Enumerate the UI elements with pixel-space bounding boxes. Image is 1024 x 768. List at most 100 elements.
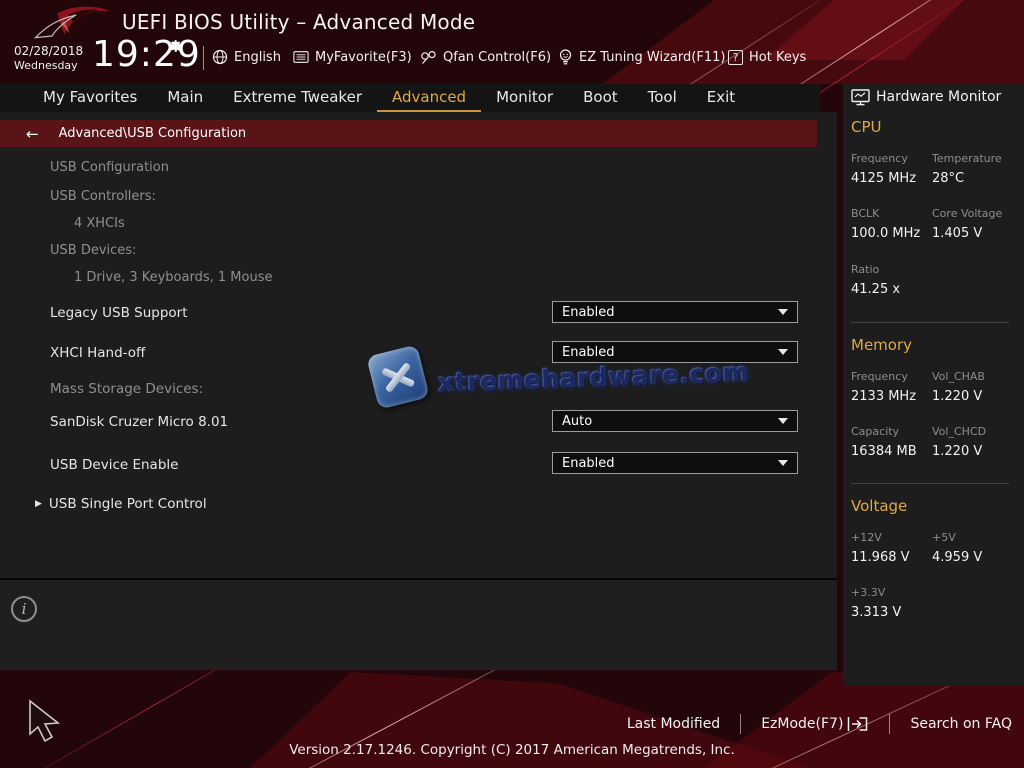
list-icon <box>293 51 309 63</box>
cpu-temperature-label: Temperature <box>932 152 1002 165</box>
breadcrumb-label: Advanced\USB Configuration <box>58 126 247 141</box>
question-icon: ? <box>728 49 743 65</box>
voltage-3v3-label: +3.3V <box>851 586 886 599</box>
chevron-down-icon <box>778 460 788 466</box>
back-arrow-icon[interactable]: ← <box>26 125 39 143</box>
mass-storage-devices-label: Mass Storage Devices: <box>50 381 204 397</box>
menu-myfavorite-label: MyFavorite(F3) <box>315 49 412 65</box>
voltage-3v3-value: 3.313 V <box>851 605 902 620</box>
menu-language[interactable]: English <box>212 44 281 70</box>
memory-frequency-label: Frequency <box>851 370 908 383</box>
menu-language-label: English <box>234 49 281 65</box>
help-panel: i <box>0 578 837 670</box>
mouse-cursor <box>29 699 61 743</box>
voltage-5v-value: 4.959 V <box>932 550 983 565</box>
cpu-core-voltage-value: 1.405 V <box>932 226 983 241</box>
usb-controllers-label: USB Controllers: <box>50 189 156 204</box>
xhci-handoff-label: XHCI Hand-off <box>50 345 146 361</box>
top-header: UEFI BIOS Utility – Advanced Mode 02/28/… <box>0 0 1024 84</box>
info-glyph: i <box>21 600 27 618</box>
cpu-temperature-value: 28°C <box>932 171 965 186</box>
usb-device-enable-dropdown[interactable]: Enabled <box>552 452 798 474</box>
tab-tool[interactable]: Tool <box>633 84 692 112</box>
tab-extreme-tweaker[interactable]: Extreme Tweaker <box>218 84 377 112</box>
memory-vol-chcd-value: 1.220 V <box>932 444 983 459</box>
cpu-bclk-label: BCLK <box>851 207 880 220</box>
divider <box>740 714 742 734</box>
tab-my-favorites[interactable]: My Favorites <box>28 84 152 112</box>
voltage-section-title: Voltage <box>851 497 908 515</box>
clock-settings-gear-icon[interactable] <box>169 39 183 53</box>
hardware-monitor-title: Hardware Monitor <box>876 89 1002 105</box>
cpu-frequency-label: Frequency <box>851 152 908 165</box>
menu-ez-tuning-label: EZ Tuning Wizard(F11) <box>579 49 726 65</box>
cpu-ratio-label: Ratio <box>851 263 880 276</box>
voltage-12v-value: 11.968 V <box>851 550 910 565</box>
watermark-x-badge-icon <box>366 344 430 410</box>
memory-frequency-value: 2133 MHz <box>851 389 917 404</box>
settings-panel: ← Advanced\USB Configuration USB Configu… <box>0 112 837 578</box>
ezmode-button[interactable]: EzMode(F7) <box>761 715 869 733</box>
menu-qfan-label: Qfan Control(F6) <box>443 49 552 65</box>
chevron-down-icon <box>778 309 788 315</box>
divider <box>851 322 1009 323</box>
menu-hot-keys[interactable]: ? Hot Keys <box>728 44 806 70</box>
last-modified-button[interactable]: Last Modified <box>627 716 720 732</box>
usb-single-port-control-item[interactable]: ▶ USB Single Port Control <box>35 496 207 512</box>
menu-myfavorite[interactable]: MyFavorite(F3) <box>293 44 412 70</box>
usb-device-enable-value: Enabled <box>562 455 615 471</box>
monitor-icon <box>851 88 870 105</box>
arrow-right-icon: ▶ <box>35 499 42 509</box>
hardware-monitor-panel: Hardware Monitor CPU Frequency Temperatu… <box>843 84 1024 686</box>
main-nav: My Favorites Main Extreme Tweaker Advanc… <box>0 84 820 112</box>
ezmode-label: EzMode(F7) <box>761 716 844 732</box>
memory-vol-chab-label: Vol_CHAB <box>932 370 985 383</box>
date-value: 02/28/2018 <box>14 44 84 58</box>
sandisk-cruzer-value: Auto <box>562 413 593 429</box>
hardware-monitor-header: Hardware Monitor <box>851 85 1001 109</box>
breadcrumb[interactable]: ← Advanced\USB Configuration <box>0 120 817 147</box>
tab-main[interactable]: Main <box>152 84 218 112</box>
sandisk-cruzer-label: SanDisk Cruzer Micro 8.01 <box>50 414 229 430</box>
usb-configuration-heading: USB Configuration <box>50 160 169 175</box>
legacy-usb-support-value: Enabled <box>562 304 615 320</box>
cpu-section-title: CPU <box>851 118 882 136</box>
tab-monitor[interactable]: Monitor <box>481 84 568 112</box>
cpu-frequency-value: 4125 MHz <box>851 171 917 186</box>
tab-exit[interactable]: Exit <box>692 84 750 112</box>
search-on-faq-button[interactable]: Search on FAQ <box>910 716 1012 732</box>
exit-to-ezmode-icon <box>848 717 868 731</box>
clock-display: 19:29 <box>92 34 201 75</box>
usb-device-enable-label: USB Device Enable <box>50 457 179 473</box>
bios-screen: UEFI BIOS Utility – Advanced Mode 02/28/… <box>0 0 1024 768</box>
weekday-value: Wednesday <box>14 59 78 72</box>
menu-qfan-control[interactable]: Qfan Control(F6) <box>420 44 551 70</box>
cpu-bclk-value: 100.0 MHz <box>851 226 921 241</box>
cpu-core-voltage-label: Core Voltage <box>932 207 1003 220</box>
voltage-12v-label: +12V <box>851 531 882 544</box>
app-title: UEFI BIOS Utility – Advanced Mode <box>122 10 476 34</box>
legacy-usb-support-label: Legacy USB Support <box>50 305 188 321</box>
menu-hot-keys-label: Hot Keys <box>749 49 807 65</box>
memory-vol-chab-value: 1.220 V <box>932 389 983 404</box>
header-separator <box>203 46 204 70</box>
usb-devices-label: USB Devices: <box>50 243 137 258</box>
fan-icon <box>421 50 436 64</box>
info-icon: i <box>11 596 37 622</box>
watermark-text: xtremehardware.com <box>437 357 750 397</box>
version-text: Version 2.17.1246. Copyright (C) 2017 Am… <box>289 742 735 758</box>
voltage-5v-label: +5V <box>932 531 956 544</box>
usb-controllers-value: 4 XHCIs <box>74 216 125 231</box>
menu-ez-tuning-wizard[interactable]: EZ Tuning Wizard(F11) <box>558 44 725 70</box>
chevron-down-icon <box>778 349 788 355</box>
memory-capacity-label: Capacity <box>851 425 900 438</box>
watermark: xtremehardware.com <box>366 344 750 410</box>
tab-advanced[interactable]: Advanced <box>376 84 482 112</box>
legacy-usb-support-dropdown[interactable]: Enabled <box>552 301 798 323</box>
memory-section-title: Memory <box>851 336 913 354</box>
divider <box>889 714 891 734</box>
tab-boot[interactable]: Boot <box>568 84 633 112</box>
sandisk-cruzer-dropdown[interactable]: Auto <box>552 410 798 432</box>
date-display: 02/28/2018 Wednesday <box>14 44 83 73</box>
usb-devices-value: 1 Drive, 3 Keyboards, 1 Mouse <box>74 270 273 285</box>
